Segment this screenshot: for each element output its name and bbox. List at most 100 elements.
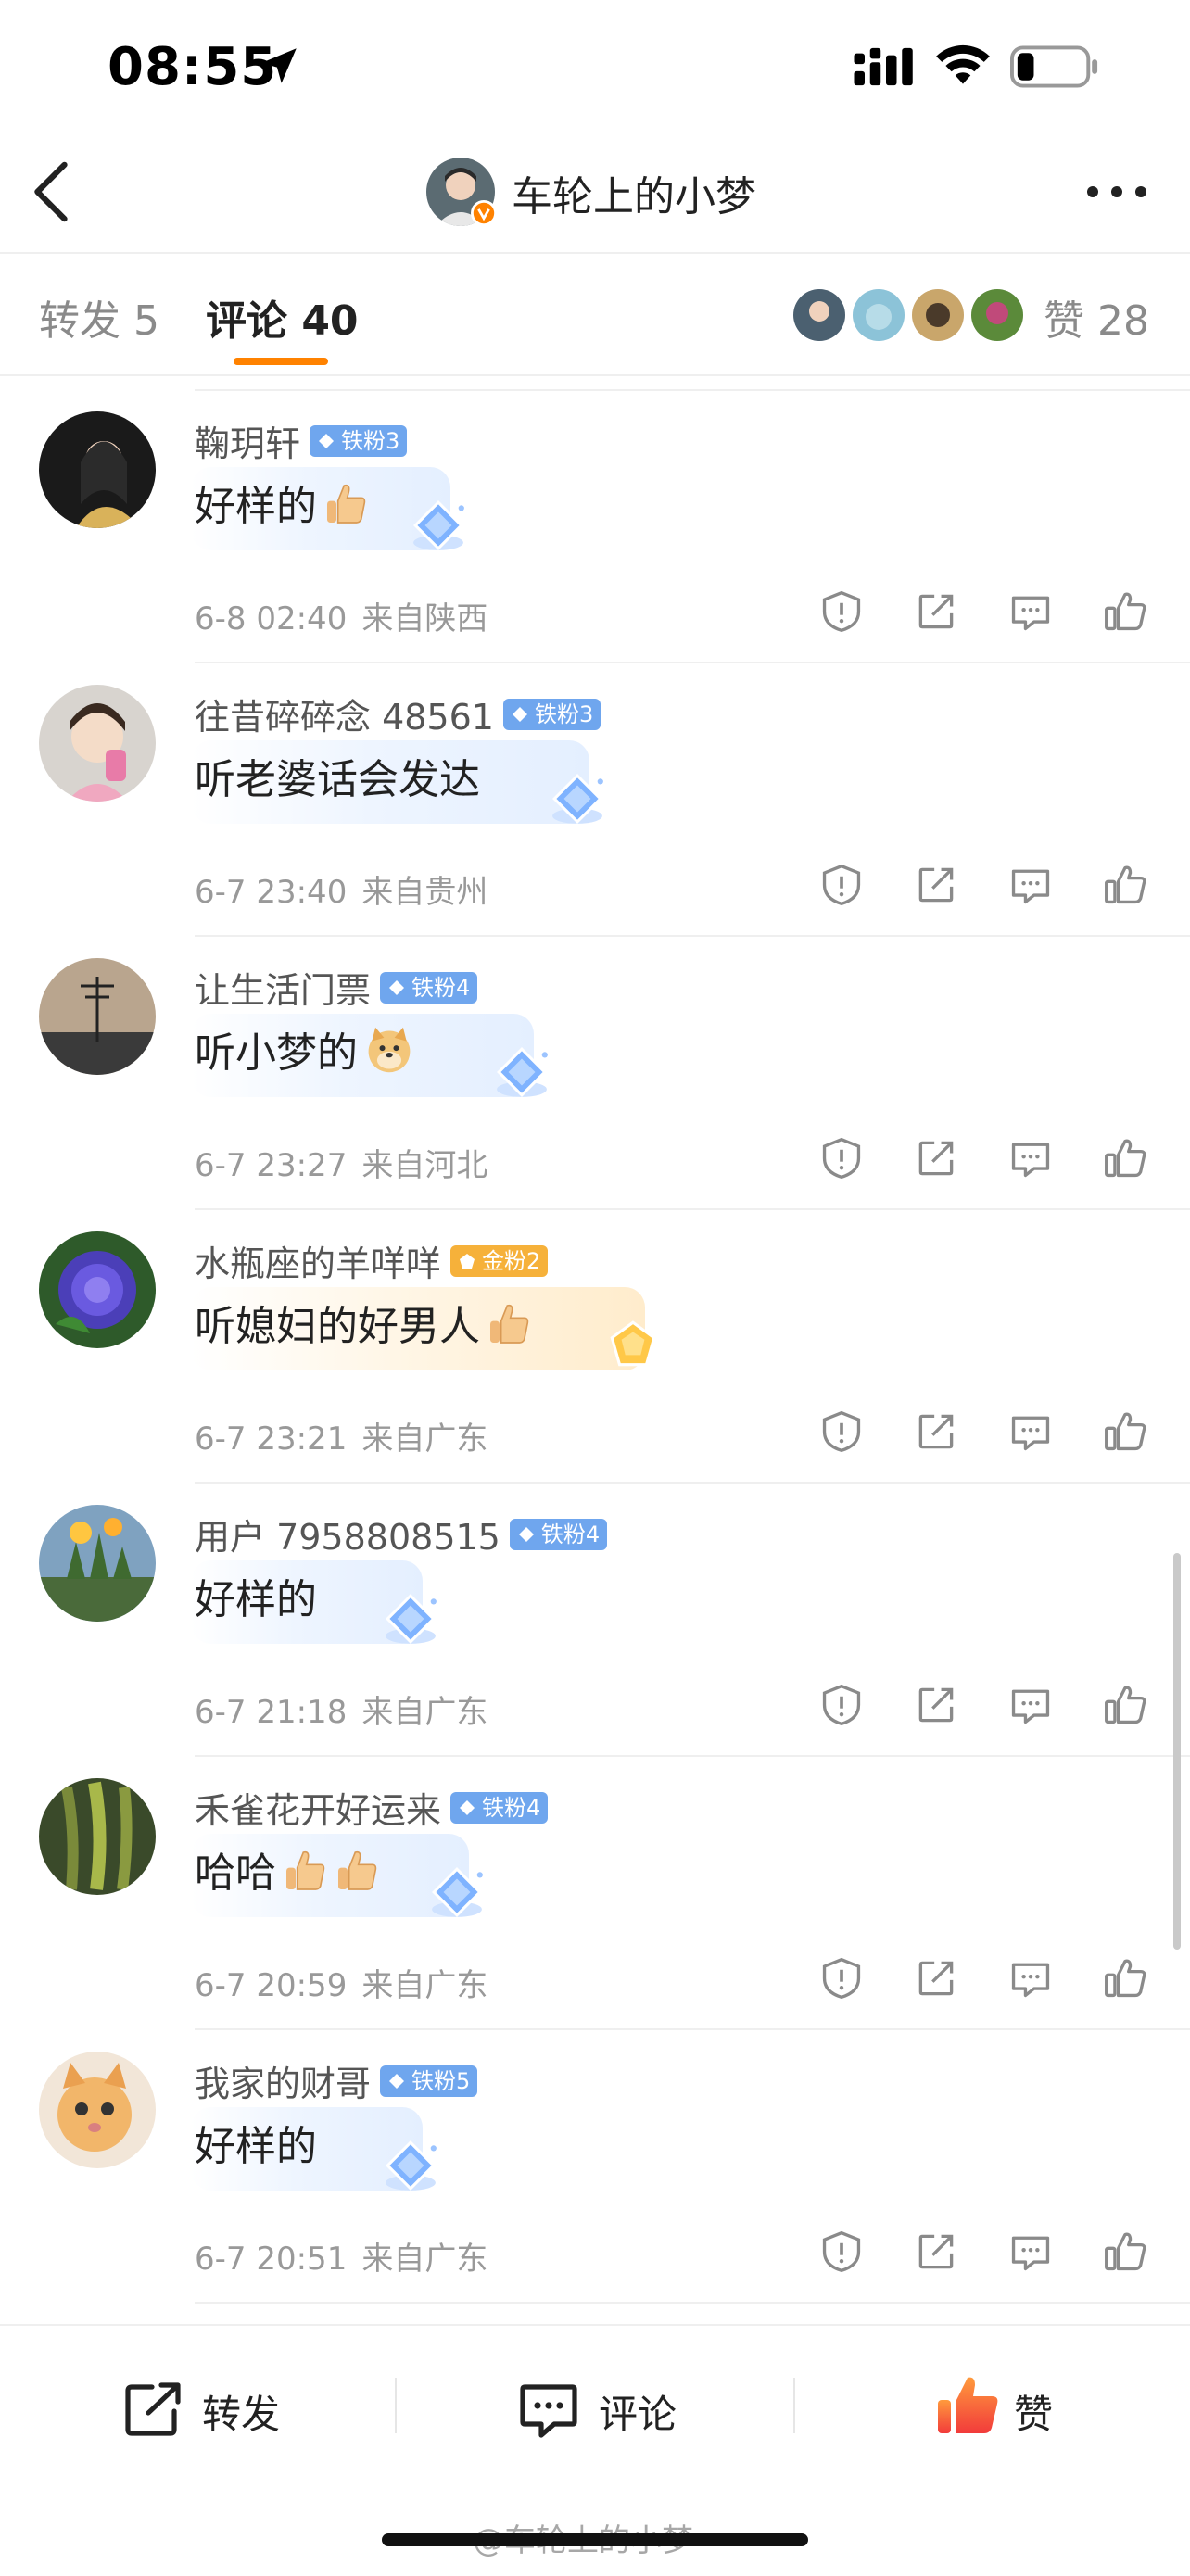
fan-level-label: 铁粉3 bbox=[341, 427, 400, 454]
comment-icon[interactable] bbox=[517, 2378, 580, 2441]
like-button[interactable]: 赞 bbox=[1014, 2383, 1053, 2440]
comment-meta: 6-7 20:51 来自广东 bbox=[195, 2233, 487, 2279]
fan-level-label: 金粉2 bbox=[482, 1247, 541, 1274]
tab-repost[interactable]: 转发 5 bbox=[39, 287, 159, 347]
share-icon[interactable] bbox=[914, 1683, 958, 1727]
comment-body[interactable]: 好样的 bbox=[195, 473, 369, 532]
report-icon[interactable] bbox=[819, 589, 864, 634]
comment-meta: 6-7 23:27 来自河北 bbox=[195, 1140, 487, 1185]
tab-likes[interactable]: 赞 28 bbox=[1044, 287, 1149, 347]
diamond-gem-icon bbox=[493, 1043, 551, 1101]
comment-body[interactable]: 听老婆话会发达 bbox=[195, 746, 480, 805]
comment-time: 6-7 23:27 bbox=[195, 1147, 348, 1184]
comment-meta: 6-7 23:40 来自贵州 bbox=[195, 866, 487, 912]
scrollbar[interactable] bbox=[1173, 1553, 1181, 1950]
commenter-name[interactable]: 让生活门票 bbox=[195, 962, 371, 1013]
more-options-icon[interactable] bbox=[1084, 183, 1149, 200]
location-arrow-icon bbox=[261, 48, 297, 83]
commenter-name[interactable]: 我家的财哥 bbox=[195, 2055, 371, 2106]
report-icon[interactable] bbox=[819, 863, 864, 907]
report-icon[interactable] bbox=[819, 1409, 864, 1454]
comment-body[interactable]: 听媳妇的好男人 bbox=[195, 1293, 532, 1352]
tab-comments[interactable]: 评论 40 bbox=[206, 287, 359, 347]
liker-avatar[interactable] bbox=[851, 287, 906, 343]
like-thumb-icon[interactable] bbox=[934, 2370, 1001, 2441]
commenter-avatar[interactable] bbox=[39, 411, 156, 528]
report-icon[interactable] bbox=[819, 2229, 864, 2274]
share-icon[interactable] bbox=[914, 1956, 958, 2001]
repost-icon[interactable] bbox=[122, 2380, 185, 2439]
comment-body[interactable]: 哈哈 bbox=[195, 1839, 380, 1899]
commenter-avatar[interactable] bbox=[39, 1778, 156, 1895]
reply-icon[interactable] bbox=[1008, 589, 1053, 634]
comment-location: 来自河北 bbox=[361, 1147, 488, 1184]
fan-level-label: 铁粉5 bbox=[411, 2067, 471, 2094]
commenter-avatar[interactable] bbox=[39, 1231, 156, 1348]
like-icon[interactable] bbox=[1103, 1409, 1147, 1454]
comment-separator bbox=[195, 2028, 1190, 2030]
like-icon[interactable] bbox=[1103, 1683, 1147, 1727]
fan-level-label: 铁粉4 bbox=[540, 1521, 601, 1547]
fan-level-badge[interactable]: 铁粉4 bbox=[450, 1791, 549, 1824]
commenter-avatar[interactable] bbox=[39, 958, 156, 1075]
thumbs-up-emoji-icon bbox=[286, 1850, 325, 1890]
like-icon[interactable] bbox=[1103, 1136, 1147, 1181]
reply-icon[interactable] bbox=[1008, 863, 1053, 907]
nav-divider bbox=[0, 252, 1190, 254]
like-icon[interactable] bbox=[1103, 589, 1147, 634]
liker-avatar[interactable] bbox=[969, 287, 1025, 343]
commenter-name[interactable]: 水瓶座的羊咩咩 bbox=[195, 1235, 441, 1286]
commenter-name[interactable]: 鞠玥轩 bbox=[195, 415, 300, 466]
reply-icon[interactable] bbox=[1008, 1683, 1053, 1727]
comment-meta: 6-7 23:21 来自广东 bbox=[195, 1413, 487, 1458]
fan-level-badge[interactable]: 铁粉5 bbox=[380, 2065, 478, 2097]
liker-avatar[interactable] bbox=[791, 287, 847, 343]
comment-button[interactable]: 评论 bbox=[599, 2383, 677, 2440]
commenter-avatar[interactable] bbox=[39, 1505, 156, 1622]
like-icon[interactable] bbox=[1103, 2229, 1147, 2274]
share-icon[interactable] bbox=[914, 863, 958, 907]
home-indicator[interactable] bbox=[382, 2533, 808, 2546]
gold-gem-icon bbox=[604, 1317, 662, 1374]
fan-level-badge[interactable]: 铁粉3 bbox=[502, 698, 601, 730]
reply-icon[interactable] bbox=[1008, 1409, 1053, 1454]
commenter-name[interactable]: 往昔碎碎念 48561 bbox=[195, 688, 494, 739]
comment-text: 听老婆话会发达 bbox=[195, 756, 480, 803]
fan-level-badge[interactable]: 金粉2 bbox=[450, 1244, 549, 1277]
reply-icon[interactable] bbox=[1008, 2229, 1053, 2274]
reply-icon[interactable] bbox=[1008, 1136, 1053, 1181]
comment-body[interactable]: 好样的 bbox=[195, 2113, 317, 2172]
commenter-avatar[interactable] bbox=[39, 2052, 156, 2168]
commenter-avatar[interactable] bbox=[39, 685, 156, 802]
commenter-name[interactable]: 禾雀花开好运来 bbox=[195, 1782, 441, 1833]
report-icon[interactable] bbox=[819, 1683, 864, 1727]
comment-separator bbox=[195, 1482, 1190, 1484]
comment-body[interactable]: 听小梦的 bbox=[195, 1019, 415, 1079]
fan-level-badge[interactable]: 铁粉3 bbox=[310, 424, 408, 457]
thumbs-up-emoji-icon bbox=[338, 1850, 377, 1890]
like-icon[interactable] bbox=[1103, 863, 1147, 907]
report-icon[interactable] bbox=[819, 1136, 864, 1181]
liker-avatar[interactable] bbox=[910, 287, 966, 343]
share-icon[interactable] bbox=[914, 2229, 958, 2274]
cellular-signal-icon bbox=[854, 47, 913, 86]
diamond-gem-icon bbox=[410, 497, 467, 554]
reply-icon[interactable] bbox=[1008, 1956, 1053, 2001]
share-icon[interactable] bbox=[914, 1136, 958, 1181]
report-icon[interactable] bbox=[819, 1956, 864, 2001]
comment-body[interactable]: 好样的 bbox=[195, 1566, 317, 1625]
thumbs-up-emoji-icon bbox=[490, 1304, 529, 1344]
commenter-name[interactable]: 用户 7958808515 bbox=[195, 1509, 500, 1559]
like-icon[interactable] bbox=[1103, 1956, 1147, 2001]
share-icon[interactable] bbox=[914, 1409, 958, 1454]
comment-location: 来自贵州 bbox=[361, 874, 488, 911]
page-title[interactable]: 车轮上的小梦 bbox=[512, 163, 756, 222]
share-icon[interactable] bbox=[914, 589, 958, 634]
fan-level-label: 铁粉3 bbox=[534, 701, 594, 727]
fan-level-badge[interactable]: 铁粉4 bbox=[380, 971, 478, 1004]
fan-level-label: 铁粉4 bbox=[482, 1794, 541, 1821]
fan-level-badge[interactable]: 铁粉4 bbox=[509, 1518, 608, 1550]
repost-button[interactable]: 转发 bbox=[202, 2383, 280, 2440]
back-chevron-icon[interactable] bbox=[28, 159, 72, 224]
comment-location: 来自陕西 bbox=[361, 600, 488, 638]
